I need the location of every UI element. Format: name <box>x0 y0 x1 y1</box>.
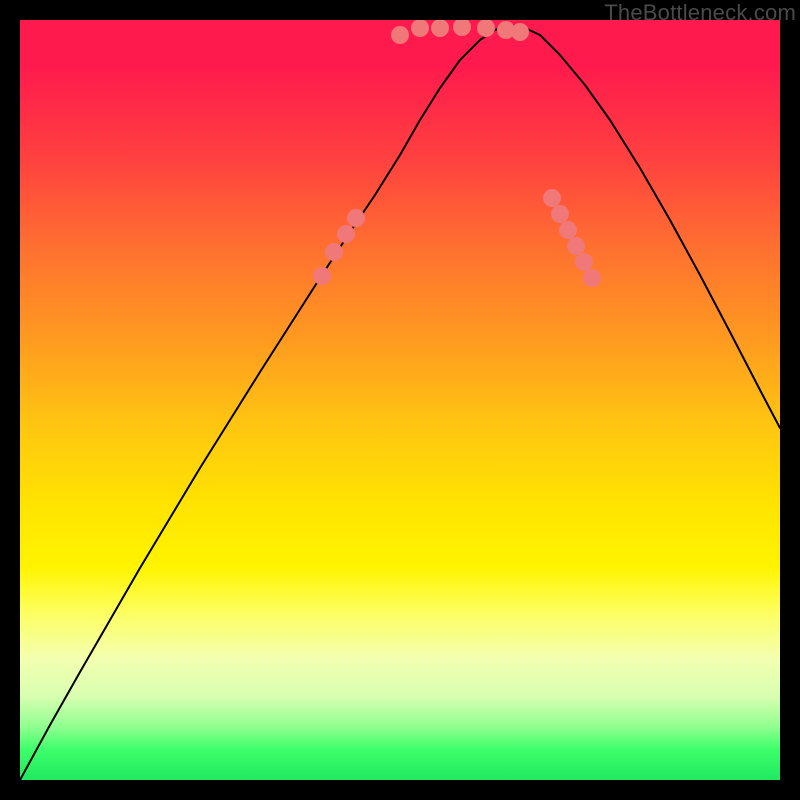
curve-marker <box>511 23 529 41</box>
curve-marker <box>559 221 577 239</box>
curve-marker <box>543 189 561 207</box>
curve-marker <box>583 269 601 287</box>
curve-marker <box>453 20 471 36</box>
curve-marker <box>325 243 343 261</box>
chart-plot <box>20 20 780 780</box>
curve-marker <box>337 225 355 243</box>
curve-marker <box>477 20 495 37</box>
curve-marker <box>347 209 365 227</box>
curve-marker <box>567 237 585 255</box>
curve-marker <box>575 253 593 271</box>
curve-marker <box>551 205 569 223</box>
curve-marker <box>391 26 409 44</box>
curve-marker <box>411 20 429 37</box>
curve-markers <box>313 20 601 287</box>
watermark-text: TheBottleneck.com <box>604 0 796 26</box>
curve-marker <box>431 20 449 37</box>
curve-line <box>20 25 780 780</box>
chart-frame <box>20 20 780 780</box>
curve-marker <box>313 267 331 285</box>
